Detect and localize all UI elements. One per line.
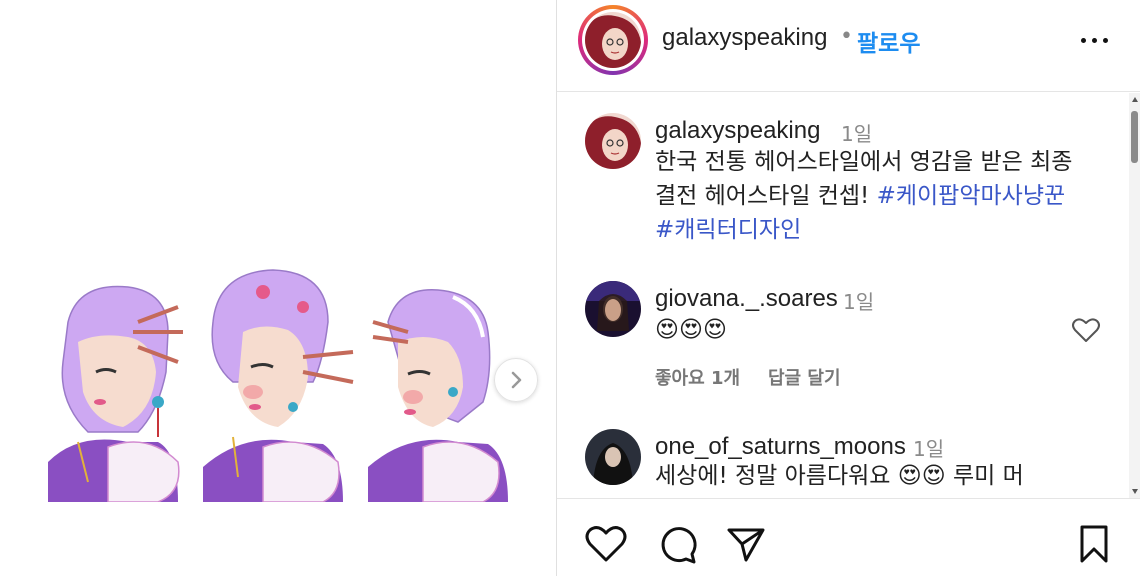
comment-likes[interactable]: 좋아요 1개 — [655, 364, 740, 390]
commenter-avatar[interactable] — [585, 429, 641, 485]
scroll-thumb[interactable] — [1131, 111, 1138, 163]
next-image-button[interactable] — [494, 358, 538, 402]
caption-time: 1일 — [841, 122, 873, 146]
comment-time: 1일 — [843, 290, 875, 314]
comments-scrollbar[interactable] — [1129, 93, 1140, 498]
comment-icon[interactable] — [656, 522, 700, 566]
comment-username[interactable]: giovana._.soares — [655, 285, 838, 313]
comment-like-icon[interactable] — [1071, 316, 1101, 344]
comment-text: 세상에! 정말 아름다워요 😍😍 루미 머 — [655, 463, 1024, 489]
hashtag-link[interactable]: #캐릭터디자인 — [655, 217, 801, 243]
heart-icon[interactable] — [584, 522, 628, 566]
scroll-down-arrow-icon[interactable] — [1132, 489, 1138, 494]
separator-dot: • — [840, 24, 853, 49]
scroll-up-arrow-icon[interactable] — [1132, 97, 1138, 102]
bookmark-icon[interactable] — [1072, 522, 1116, 566]
more-options-icon[interactable] — [1074, 30, 1114, 50]
comment-time: 1일 — [913, 437, 945, 461]
follow-button[interactable]: 팔로우 — [857, 24, 920, 58]
comment-username[interactable]: one_of_saturns_moons — [655, 433, 906, 461]
hashtag-link[interactable]: #케이팝악마사냥꾼 — [877, 183, 1066, 209]
comments-list[interactable]: galaxyspeaking 1일 한국 전통 헤어스타일에서 영감을 받은 최… — [557, 93, 1140, 498]
post-header: galaxyspeaking • 팔로우 — [557, 0, 1140, 92]
post-image — [48, 269, 508, 502]
reply-button[interactable]: 답글 달기 — [768, 364, 841, 390]
send-icon[interactable] — [724, 522, 768, 566]
author-avatar-story-ring[interactable] — [578, 5, 648, 75]
chevron-right-icon — [511, 371, 522, 389]
character-sketch-b — [203, 269, 354, 502]
post-panel: galaxyspeaking • 팔로우 galaxyspeaking 1일 한… — [557, 0, 1140, 576]
caption-text: 한국 전통 헤어스타일에서 영감을 받은 최종 결전 헤어스타일 컨셉! #케이… — [655, 149, 1073, 243]
author-username[interactable]: galaxyspeaking — [662, 24, 827, 52]
comment-text: 😍😍😍 — [655, 317, 727, 343]
caption-avatar[interactable] — [585, 113, 641, 169]
actions-divider — [557, 498, 1140, 499]
caption-username[interactable]: galaxyspeaking — [655, 117, 820, 145]
character-sketch-c — [368, 289, 508, 502]
post-media — [0, 0, 556, 576]
character-sketch-a — [48, 285, 183, 502]
author-avatar — [585, 12, 641, 68]
commenter-avatar[interactable] — [585, 281, 641, 337]
